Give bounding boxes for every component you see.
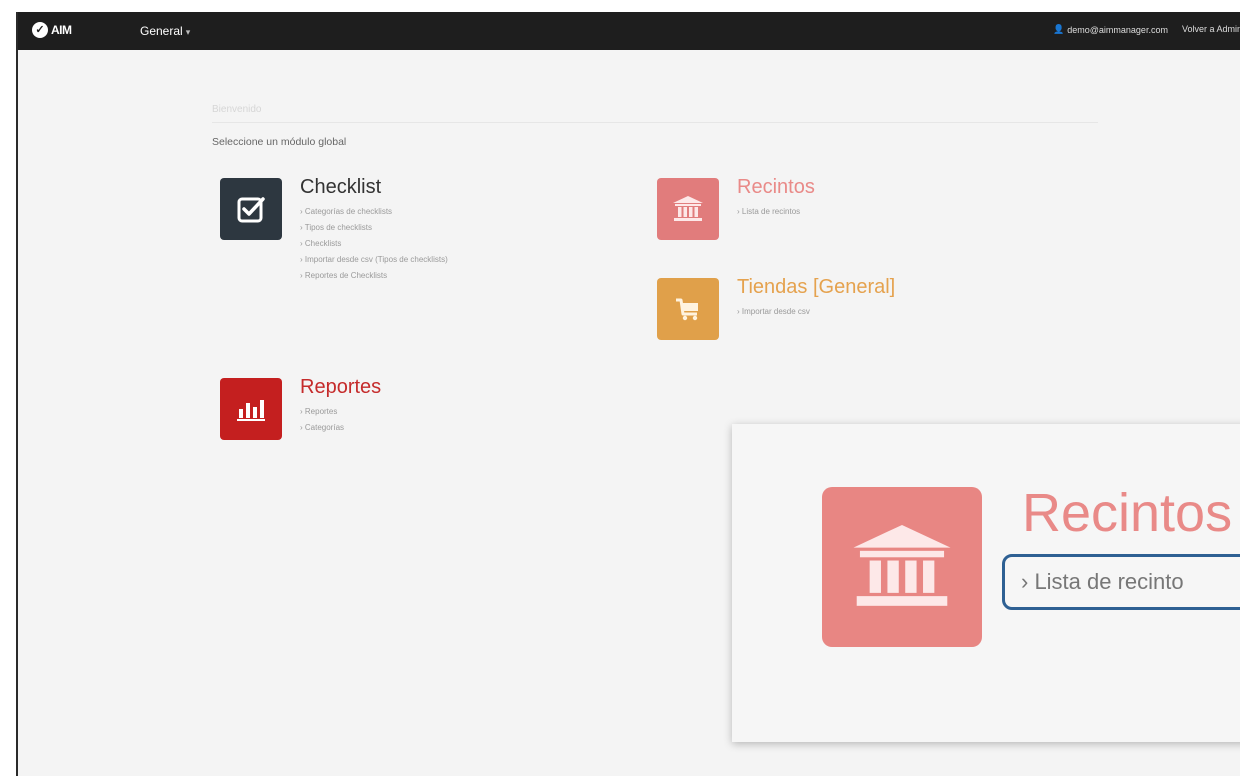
module-link[interactable]: › Reportes	[300, 404, 344, 420]
module-link[interactable]: › Tipos de checklists	[300, 220, 448, 236]
building-icon	[853, 524, 951, 606]
user-email: demo@aimmanager.com	[1067, 24, 1168, 35]
brand-logo[interactable]: ✓ AIM	[32, 22, 72, 38]
zoom-recintos-title[interactable]: Recintos	[1022, 482, 1232, 544]
module-link[interactable]: › Categorías de checklists	[300, 204, 448, 220]
module-links: › Importar desde csv	[737, 304, 810, 320]
general-menu-label: General	[140, 24, 183, 38]
top-navbar: ✓ AIM General ▾ 👤 demo@aimmanager.com Vol…	[18, 12, 1240, 50]
back-to-admin-link[interactable]: Volver a Admin	[1182, 24, 1240, 35]
caret-down-icon: ▾	[185, 27, 191, 37]
general-menu-dropdown[interactable]: General ▾	[140, 24, 190, 38]
zoom-recintos-tile[interactable]	[822, 487, 982, 647]
app-frame: ✓ AIM General ▾ 👤 demo@aimmanager.com Vol…	[16, 12, 1240, 776]
module-link[interactable]: › Importar desde csv (Tipos de checklist…	[300, 252, 448, 268]
bar-chart-icon	[237, 400, 265, 421]
module-link[interactable]: › Reportes de Checklists	[300, 268, 448, 284]
checklist-tile[interactable]	[220, 178, 282, 240]
module-link[interactable]: › Lista de recintos	[737, 204, 800, 220]
module-link[interactable]: › Categorías	[300, 420, 344, 436]
module-title[interactable]: Recintos	[737, 176, 815, 199]
module-links: › Categorías de checklists › Tipos de ch…	[300, 204, 448, 284]
checkbox-icon	[237, 197, 265, 223]
brand-name: AIM	[51, 23, 72, 37]
module-title[interactable]: Tiendas [General]	[737, 276, 895, 299]
module-title[interactable]: Reportes	[300, 376, 381, 399]
navbar-right: 👤 demo@aimmanager.com Volver a Admin	[1053, 24, 1240, 35]
shopping-cart-icon	[676, 298, 698, 321]
divider	[212, 122, 1098, 123]
user-icon: 👤	[1053, 24, 1065, 34]
zoom-callout: Recintos › Lista de recinto	[732, 424, 1240, 742]
recintos-tile[interactable]	[657, 178, 719, 240]
module-title[interactable]: Checklist	[300, 176, 381, 199]
zoom-lista-recintos-link[interactable]: › Lista de recinto	[1002, 554, 1240, 610]
breadcrumb: Bienvenido	[212, 104, 262, 115]
reportes-tile[interactable]	[220, 378, 282, 440]
page-subtitle: Seleccione un módulo global	[212, 136, 347, 148]
module-link[interactable]: › Importar desde csv	[737, 304, 810, 320]
tiendas-tile[interactable]	[657, 278, 719, 340]
module-links: › Lista de recintos	[737, 204, 800, 220]
aim-logo-icon: ✓	[32, 22, 48, 38]
module-link[interactable]: › Checklists	[300, 236, 448, 252]
building-icon	[673, 196, 703, 221]
module-links: › Reportes › Categorías	[300, 404, 344, 436]
user-account-link[interactable]: 👤 demo@aimmanager.com	[1053, 24, 1168, 35]
